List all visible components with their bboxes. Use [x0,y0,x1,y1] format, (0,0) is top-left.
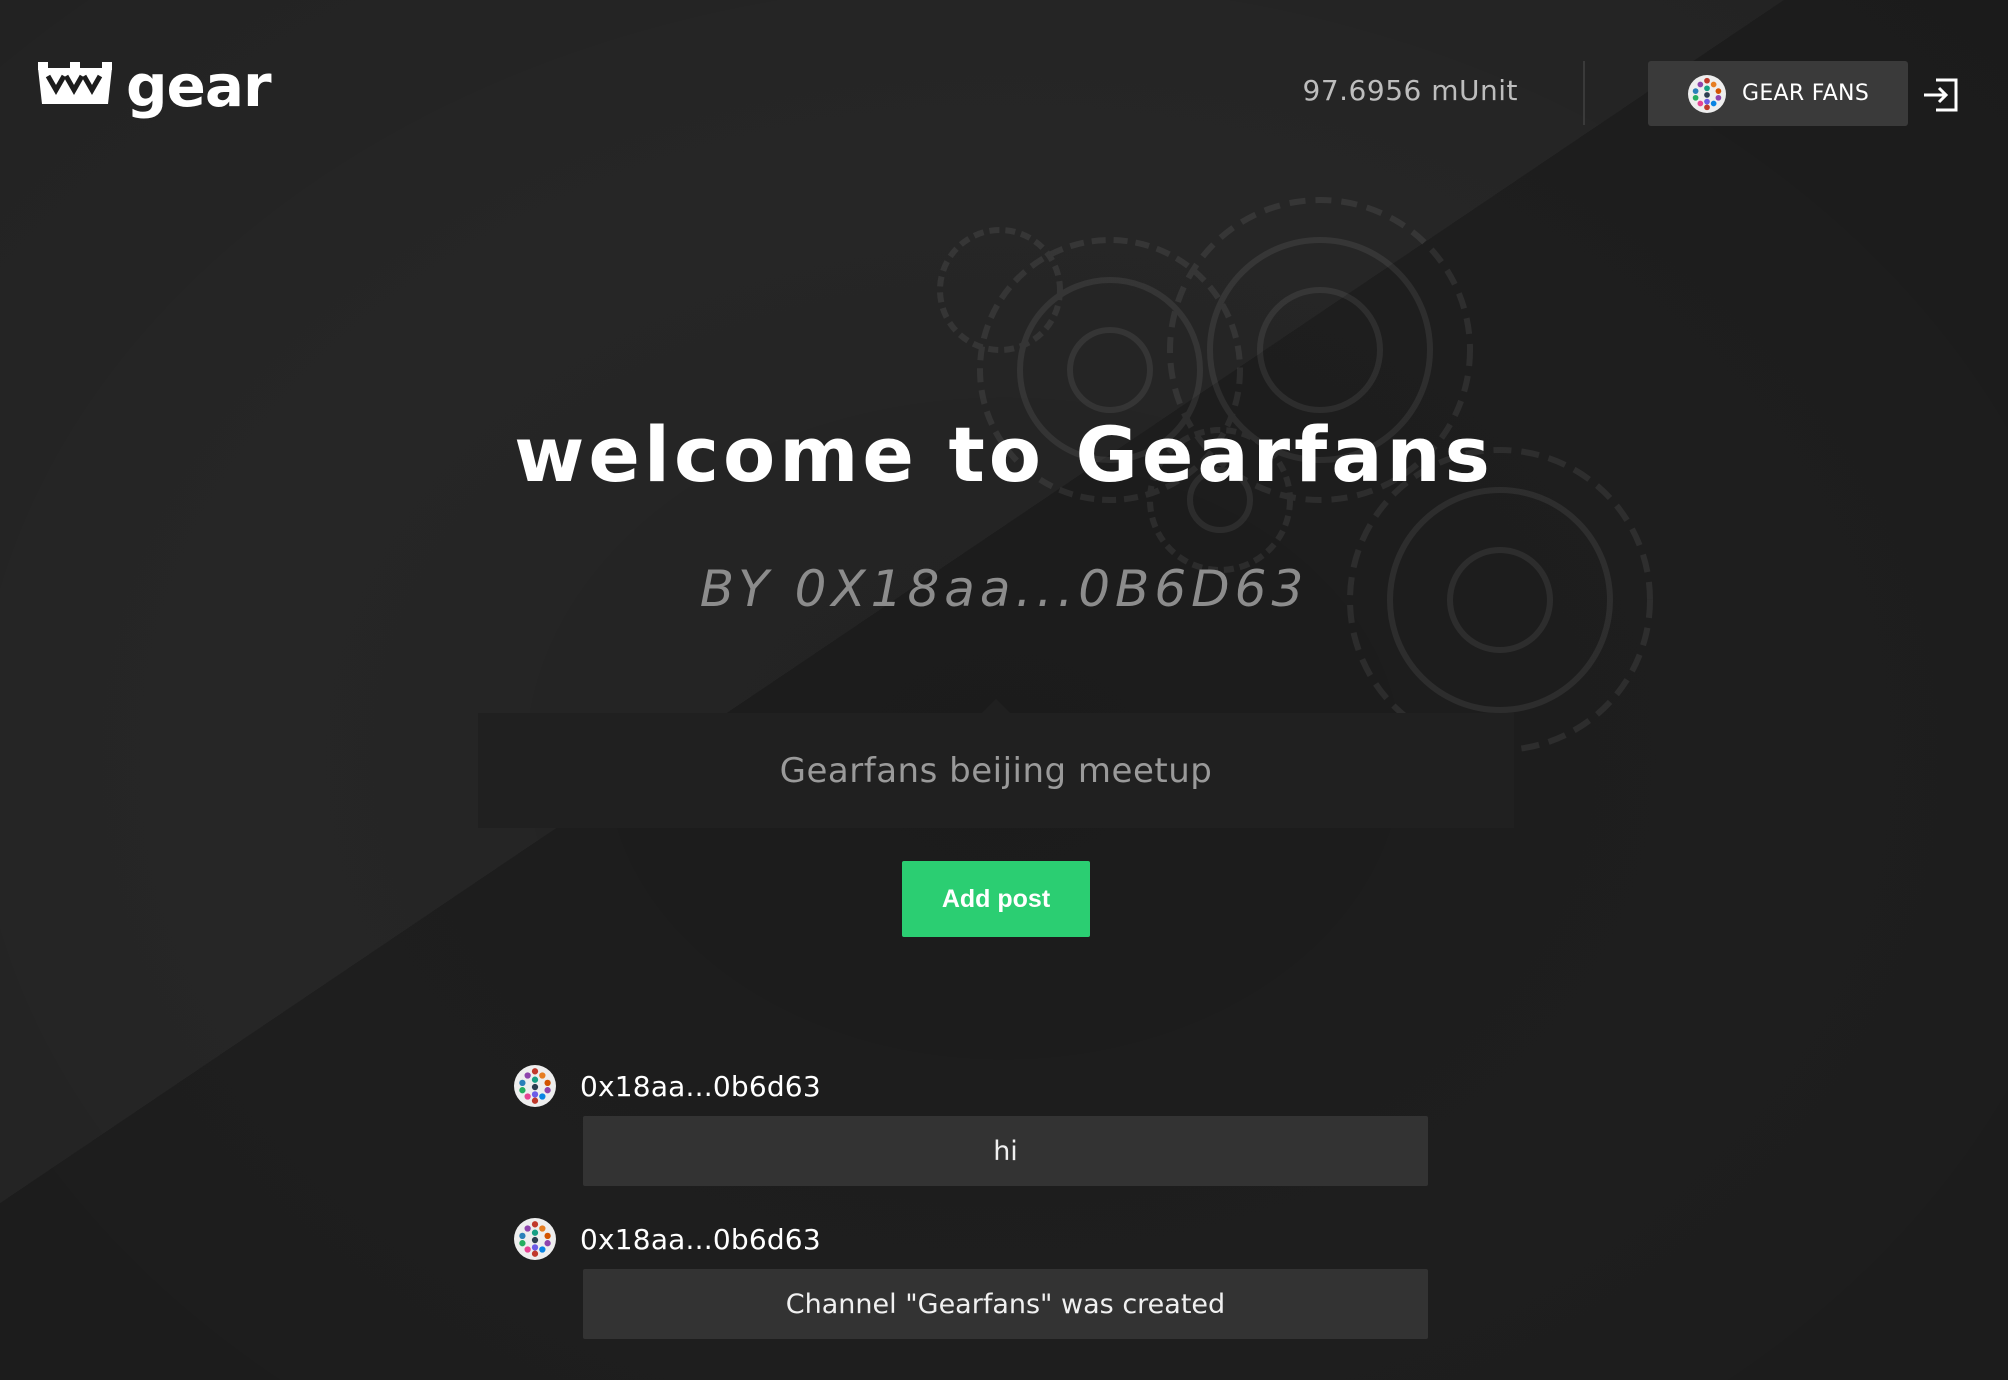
post-body: Channel "Gearfans" was created [583,1269,1428,1339]
header: gear 97.6956 mUnit GEAR FANS [0,0,2008,190]
logo-text: gear [126,52,272,120]
account-avatar-icon [1688,74,1726,113]
post-author: 0x18aa...0b6d63 [580,1222,821,1256]
author-avatar-icon [514,1218,556,1260]
post-header: 0x18aa...0b6d63 [514,1064,1428,1108]
page-title: welcome to Gearfans [514,410,1494,499]
balance: 97.6956 mUnit [1302,74,1518,107]
add-post-button[interactable]: Add post [902,861,1090,937]
logo[interactable]: gear [34,52,272,120]
channel-description-text: Gearfans beijing meetup [779,750,1213,791]
account-button[interactable]: GEAR FANS [1648,61,1908,126]
post-list: 0x18aa...0b6d63 hi 0x18aa...0b6d63 Chann… [514,1064,1428,1370]
channel-owner: BY 0X18aa...0B6D63 [699,560,1309,618]
author-avatar-icon [514,1065,556,1107]
post-author: 0x18aa...0b6d63 [580,1069,821,1103]
logout-icon[interactable] [1922,78,1958,112]
post-text: Channel "Gearfans" was created [785,1288,1226,1320]
post-text: hi [993,1135,1018,1167]
post-body: hi [583,1116,1428,1186]
post-item: 0x18aa...0b6d63 hi [514,1064,1428,1217]
channel-description: Gearfans beijing meetup [478,699,1514,828]
post-header: 0x18aa...0b6d63 [514,1217,1428,1261]
post-item: 0x18aa...0b6d63 Channel "Gearfans" was c… [514,1217,1428,1370]
account-name: GEAR FANS [1742,81,1870,106]
gear-logo-icon [38,62,112,104]
header-divider [1583,61,1585,125]
